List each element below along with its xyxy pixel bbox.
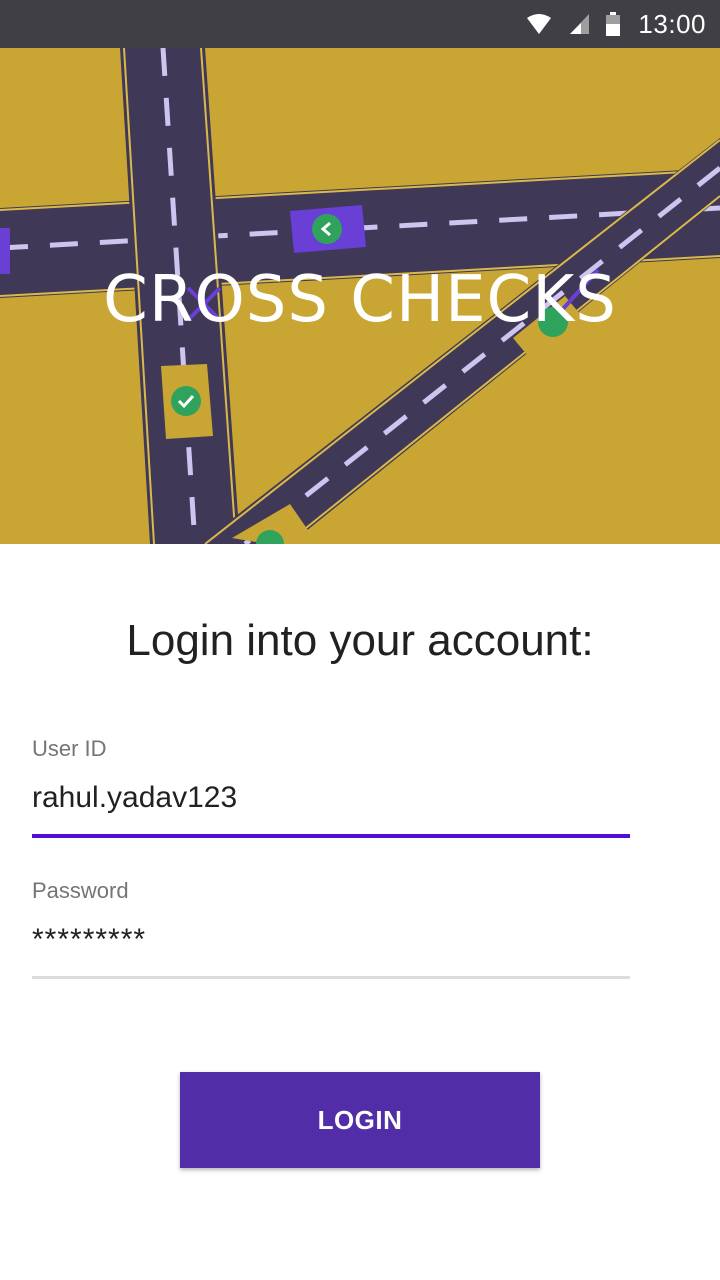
status-bar: 13:00 [0,0,720,48]
car-vertical [161,364,213,439]
wifi-icon [526,13,552,35]
banner-illustration: CROSS CHECKS [0,48,720,544]
password-input[interactable]: ********* [32,918,630,962]
status-time: 13:00 [638,8,706,39]
app-title: CROSS CHECKS [103,263,617,337]
battery-icon [606,12,621,36]
user-id-underline [32,834,630,838]
password-label: Password [32,878,129,903]
login-heading: Login into your account: [126,616,594,665]
password-underline [32,976,630,979]
user-id-label: User ID [32,736,107,761]
car-top [290,205,366,253]
user-id-field[interactable]: User ID rahul.yadav123 [32,736,630,838]
cell-signal-icon [568,13,590,35]
login-button[interactable]: LOGIN [180,1072,540,1168]
login-form: Login into your account: User ID rahul.y… [0,544,720,1280]
user-id-input[interactable]: rahul.yadav123 [32,776,630,820]
password-field[interactable]: Password ********* [32,878,630,979]
